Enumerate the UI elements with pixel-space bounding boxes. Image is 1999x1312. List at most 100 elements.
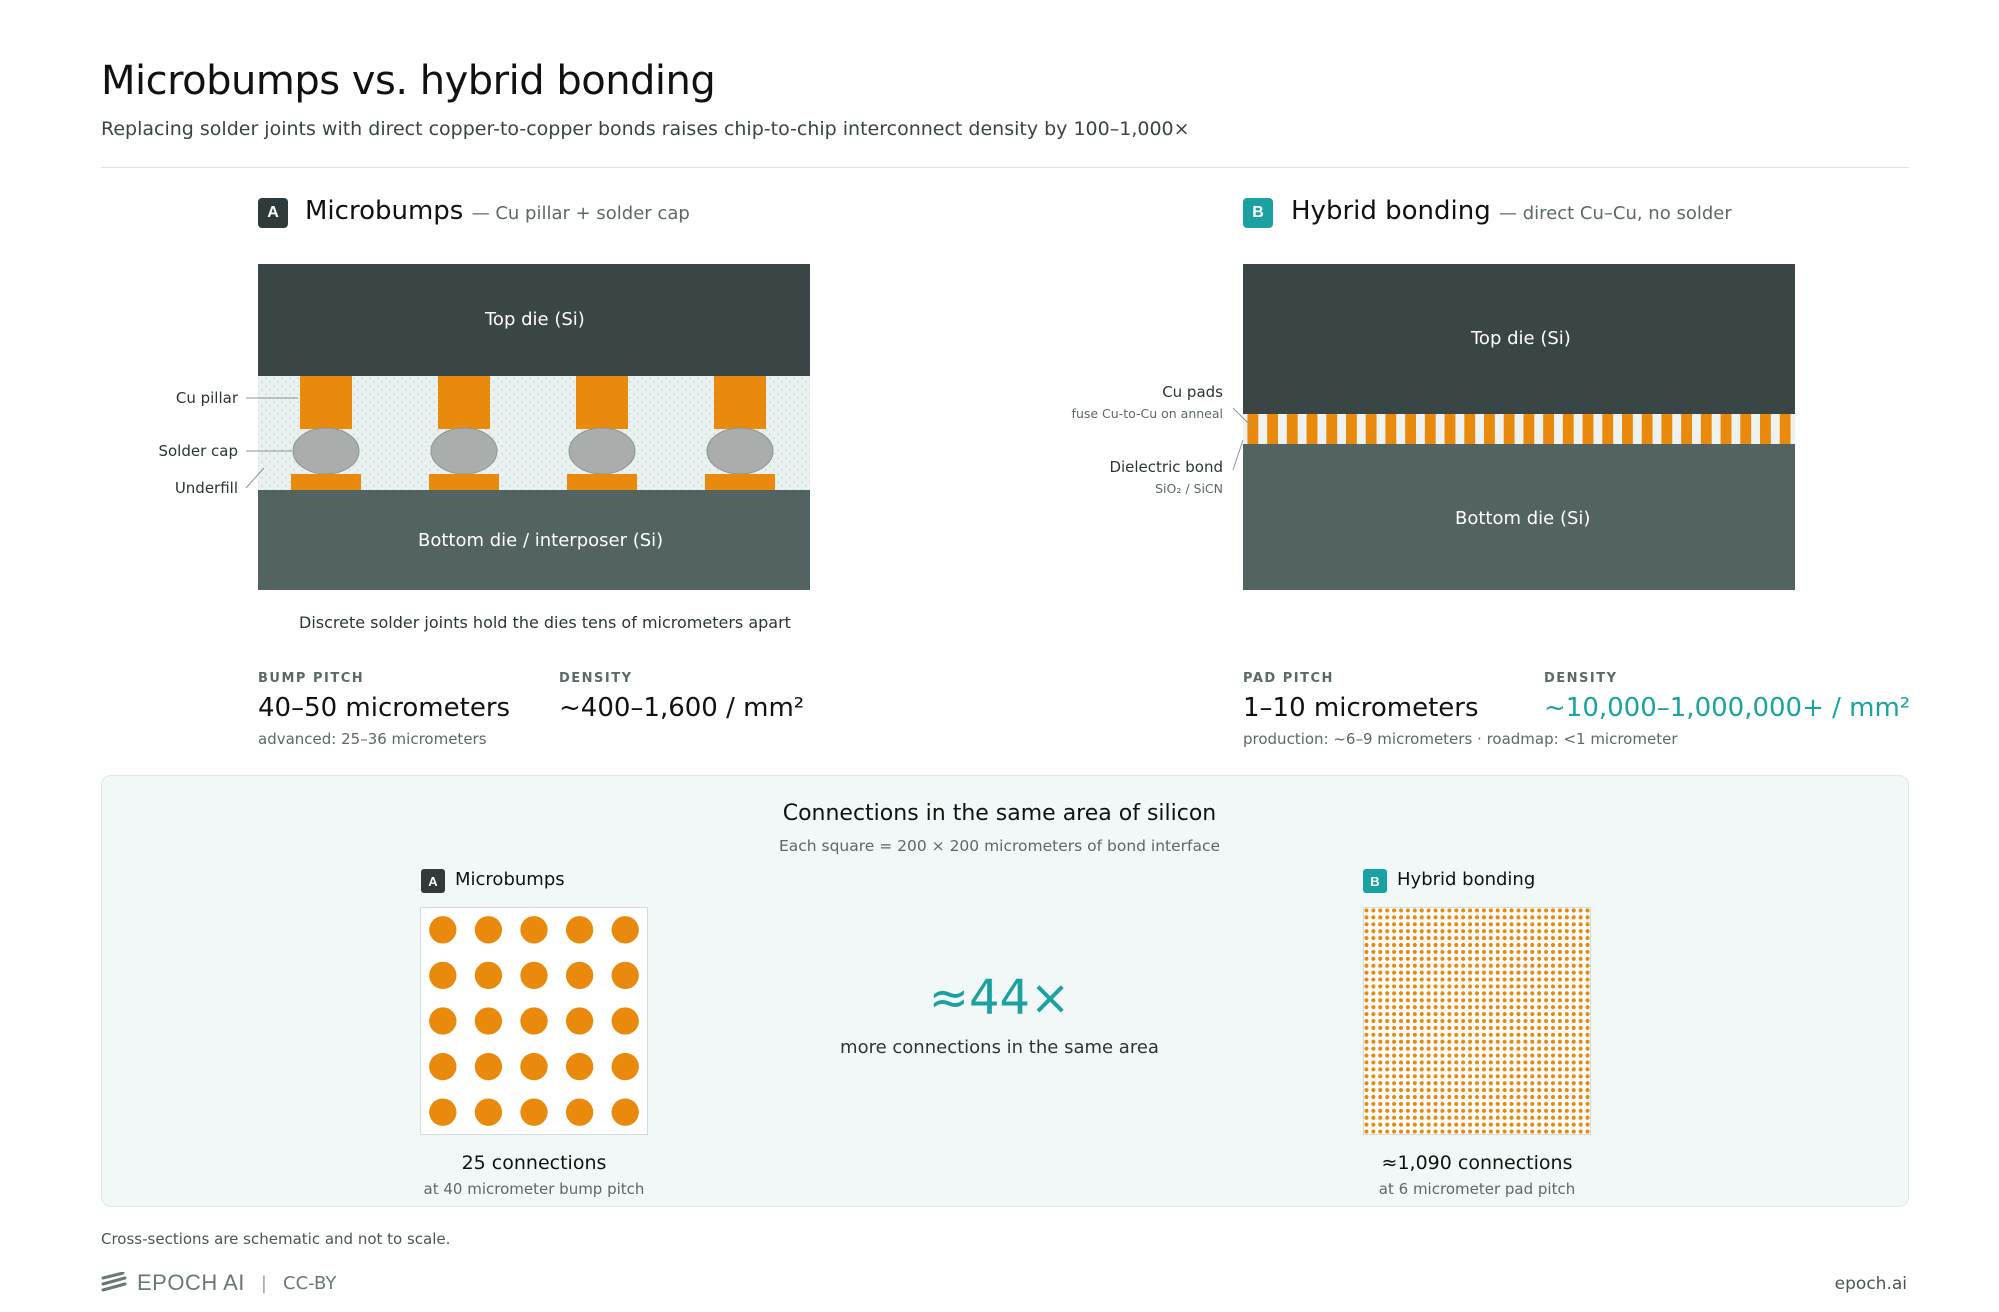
hybrid-pad-dot [1578, 915, 1583, 920]
hybrid-pad-dot [1585, 936, 1590, 941]
hybrid-pad-dot [1392, 915, 1397, 920]
hybrid-pad-dot [1578, 1025, 1583, 1030]
hybrid-pad-dot [1371, 1108, 1376, 1113]
hybrid-pad-dot [1481, 949, 1486, 954]
hybrid-pad-dot [1433, 929, 1438, 934]
hybrid-pad-dot [1585, 1053, 1590, 1058]
hybrid-pad-dot [1364, 977, 1369, 982]
hybrid-pad-dot [1468, 1032, 1473, 1037]
hybrid-pad-dot [1433, 991, 1438, 996]
hybrid-pad-dot [1378, 1108, 1383, 1113]
hybrid-pad-dot [1571, 998, 1576, 1003]
hybrid-pad-dot [1378, 1012, 1383, 1017]
hybrid-pad-dot [1468, 1060, 1473, 1065]
page-title: Microbumps vs. hybrid bonding [101, 58, 716, 104]
hybrid-pad-dot [1364, 956, 1369, 961]
hybrid-pad-dot [1578, 991, 1583, 996]
hybrid-pad-dot [1564, 949, 1569, 954]
hybrid-pad-dot [1474, 984, 1480, 989]
hybrid-pad-dot [1530, 1088, 1535, 1093]
hybrid-pad-dot [1523, 942, 1528, 948]
hybrid-pad-dot [1523, 1067, 1528, 1072]
hybrid-pad-dot [1585, 998, 1590, 1003]
hybrid-pad-dot [1447, 1122, 1452, 1127]
hybrid-pad-dot [1585, 1012, 1590, 1017]
hybrid-pad-dot [1385, 977, 1390, 982]
hybrid-pad-dot [1571, 1012, 1576, 1017]
hybrid-pad-dot [1371, 1039, 1376, 1044]
hybrid-pad-dot [1412, 1053, 1417, 1058]
hybrid-pad-dot [1537, 942, 1542, 948]
hybrid-pad-dot [1509, 1074, 1514, 1079]
hybrid-pad-dot [1454, 1018, 1459, 1024]
hybrid-pad-dot [1544, 977, 1549, 982]
hybrid-pad-dot [1488, 915, 1493, 920]
hybrid-pad-dot [1392, 942, 1397, 948]
hybrid-pad-dot [1474, 1074, 1480, 1079]
hybrid-pad-dot [1468, 991, 1473, 996]
hybrid-pad-dot [1378, 1081, 1383, 1086]
hybrid-pad-dot [1378, 1046, 1383, 1051]
logo-text: EPOCH AI [137, 1270, 245, 1295]
hybrid-pad-dot [1454, 970, 1459, 975]
hybrid-pad-dot [1571, 1067, 1576, 1072]
hybrid-pad-dot [1364, 1060, 1369, 1065]
hybrid-pad-dot [1557, 1115, 1562, 1120]
hybrid-pad-dot [1398, 1122, 1404, 1127]
hybrid-pad-dot [1364, 1012, 1369, 1017]
hybrid-pad-dot [1398, 1094, 1404, 1100]
hybrid-pad-dot [1523, 922, 1528, 927]
hybrid-pad-dot [1454, 1039, 1459, 1044]
hybrid-pad-dot [1385, 908, 1390, 913]
hybrid-pad-dot [1571, 942, 1576, 948]
hybrid-pad-dot [1585, 1088, 1590, 1093]
hybrid-pad-dot [1516, 1067, 1521, 1072]
hybrid-pad-dot [1537, 1115, 1542, 1120]
hybrid-pad-dot [1502, 942, 1507, 948]
hybrid-pad-dot [1537, 1005, 1542, 1010]
hybrid-pad-dot [1495, 1046, 1500, 1051]
hybrid-pad-dot [1523, 1115, 1528, 1120]
site-link[interactable]: epoch.ai [1835, 1274, 1907, 1294]
hybrid-pad-dot [1371, 1122, 1376, 1127]
hybrid-pad-dot [1530, 1115, 1535, 1120]
hybrid-pad-dot [1557, 1122, 1562, 1127]
hybrid-pad-dot [1454, 1067, 1459, 1072]
hybrid-pad-dot [1488, 1094, 1493, 1100]
hybrid-pad-dot [1412, 1005, 1417, 1010]
hybrid-pad-dot [1523, 1101, 1528, 1106]
hybrid-pad-dot [1516, 1032, 1521, 1037]
hybrid-pad-dot [1564, 1108, 1569, 1113]
hybrid-pad-dot [1405, 908, 1410, 913]
hybrid-pad-dot [1378, 1005, 1383, 1010]
hybrid-pad-dot [1419, 977, 1424, 982]
hybrid-pad-dot [1474, 963, 1480, 968]
cu-pad [1661, 414, 1673, 444]
hybrid-pad-dot [1433, 977, 1438, 982]
hybrid-pad-dot [1544, 1005, 1549, 1010]
hybrid-pad-dot [1537, 1032, 1542, 1037]
hybrid-pad-dot [1564, 1053, 1569, 1058]
hybrid-pad-dot [1378, 1018, 1383, 1024]
hybrid-pad-dot [1481, 1039, 1486, 1044]
hybrid-pad-dot [1454, 1005, 1459, 1010]
hybrid-pad-dot [1557, 936, 1562, 941]
hybrid-pad-dot [1392, 1129, 1397, 1134]
cu-pad [1464, 414, 1476, 444]
hybrid-pad-dot [1433, 1129, 1438, 1134]
hybrid-pad-dot [1461, 1088, 1466, 1093]
hybrid-pad-dot [1523, 1053, 1528, 1058]
hybrid-pad-dot [1544, 1012, 1549, 1017]
hybrid-pad-dot [1530, 1074, 1535, 1079]
hybrid-pad-dot [1516, 998, 1521, 1003]
hybrid-pad-dot [1364, 922, 1369, 927]
hybrid-pad-dot [1550, 929, 1556, 934]
hybrid-pad-dot [1578, 929, 1583, 934]
hybrid-pad-dot [1557, 1039, 1562, 1044]
hybrid-pad-dot [1550, 1129, 1556, 1134]
hybrid-pad-dot [1461, 956, 1466, 961]
hybrid-pad-dot [1488, 1018, 1493, 1024]
hybrid-pad-dot [1474, 1101, 1480, 1106]
hybrid-pad-dot [1392, 1046, 1397, 1051]
hybrid-pad-dot [1571, 1032, 1576, 1037]
